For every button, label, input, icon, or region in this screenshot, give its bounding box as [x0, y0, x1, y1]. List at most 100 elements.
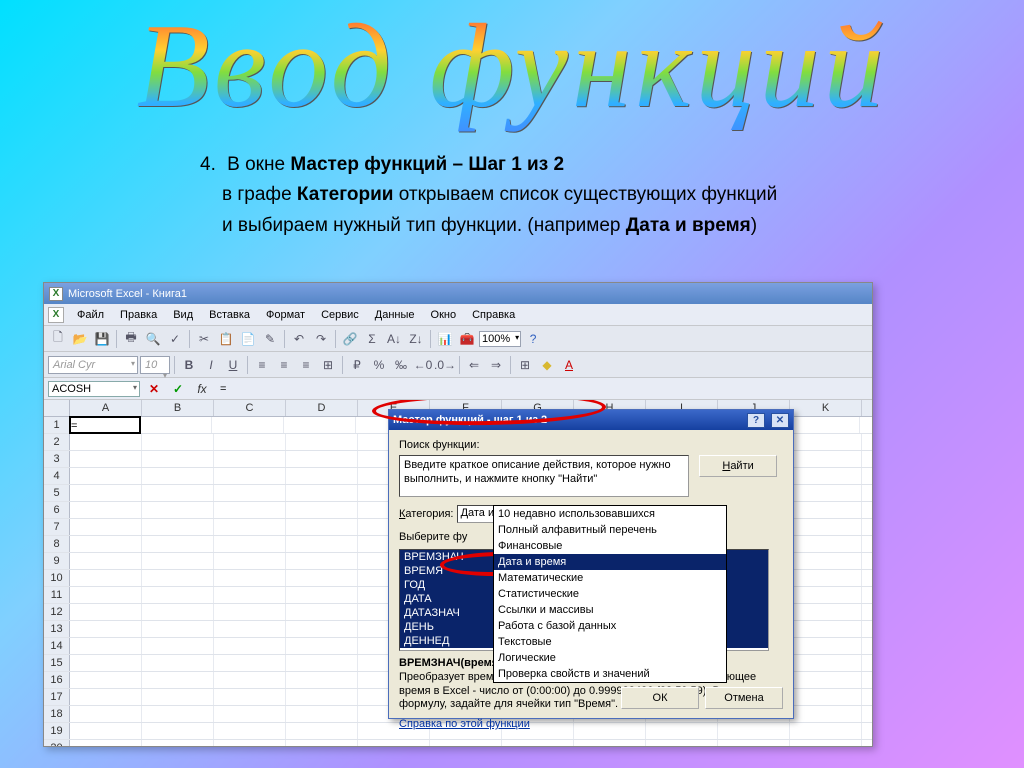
cell-A4[interactable]: [70, 468, 142, 484]
category-option-2[interactable]: Финансовые: [494, 538, 726, 554]
cell-C1[interactable]: [212, 417, 284, 433]
cell-A12[interactable]: [70, 604, 142, 620]
cell-C7[interactable]: [214, 519, 286, 535]
hyperlink-icon[interactable]: 🔗: [340, 329, 360, 349]
col-A[interactable]: A: [70, 400, 142, 416]
new-icon[interactable]: 🗋: [48, 329, 68, 349]
cell-F20[interactable]: [430, 740, 502, 746]
menu-view[interactable]: Вид: [166, 306, 200, 324]
category-option-10[interactable]: Проверка свойств и значений: [494, 666, 726, 682]
cell-A5[interactable]: [70, 485, 142, 501]
font-size-select[interactable]: 10: [140, 356, 170, 374]
spreadsheet-grid[interactable]: A B C D E F G H I J K 1=2345678910111213…: [44, 400, 872, 746]
cell-A6[interactable]: [70, 502, 142, 518]
cell-B5[interactable]: [142, 485, 214, 501]
cell-D14[interactable]: [286, 638, 358, 654]
cell-K9[interactable]: [790, 553, 862, 569]
cell-D1[interactable]: [284, 417, 356, 433]
cell-C11[interactable]: [214, 587, 286, 603]
save-icon[interactable]: 💾: [92, 329, 112, 349]
cell-A20[interactable]: [70, 740, 142, 746]
menu-help[interactable]: Справка: [465, 306, 522, 324]
cell-K13[interactable]: [790, 621, 862, 637]
cell-K16[interactable]: [790, 672, 862, 688]
chart-icon[interactable]: 📊: [435, 329, 455, 349]
cell-K8[interactable]: [790, 536, 862, 552]
row-header-3[interactable]: 3: [44, 451, 70, 467]
cell-D2[interactable]: [286, 434, 358, 450]
cell-B16[interactable]: [142, 672, 214, 688]
cell-D3[interactable]: [286, 451, 358, 467]
cell-J20[interactable]: [718, 740, 790, 746]
cell-C3[interactable]: [214, 451, 286, 467]
cell-A3[interactable]: [70, 451, 142, 467]
row-header-5[interactable]: 5: [44, 485, 70, 501]
dec-inc-icon[interactable]: ←0: [413, 355, 433, 375]
zoom-select[interactable]: 100%: [479, 331, 521, 347]
cell-D4[interactable]: [286, 468, 358, 484]
merge-icon[interactable]: ⊞: [318, 355, 338, 375]
cell-D19[interactable]: [286, 723, 358, 739]
cell-B11[interactable]: [142, 587, 214, 603]
col-C[interactable]: C: [214, 400, 286, 416]
cell-A18[interactable]: [70, 706, 142, 722]
cell-C16[interactable]: [214, 672, 286, 688]
cell-D16[interactable]: [286, 672, 358, 688]
dec-dec-icon[interactable]: .0→: [435, 355, 455, 375]
indent-inc-icon[interactable]: ⇒: [486, 355, 506, 375]
cancel-button[interactable]: Отмена: [705, 687, 783, 709]
fx-icon[interactable]: fx: [192, 379, 212, 399]
formula-accept-icon[interactable]: ✓: [168, 379, 188, 399]
comma-icon[interactable]: ‰: [391, 355, 411, 375]
cell-C12[interactable]: [214, 604, 286, 620]
percent-icon[interactable]: %: [369, 355, 389, 375]
cell-D5[interactable]: [286, 485, 358, 501]
row-header-8[interactable]: 8: [44, 536, 70, 552]
cell-C6[interactable]: [214, 502, 286, 518]
cell-B9[interactable]: [142, 553, 214, 569]
cell-A16[interactable]: [70, 672, 142, 688]
cell-D12[interactable]: [286, 604, 358, 620]
sort-desc-icon[interactable]: Z↓: [406, 329, 426, 349]
cell-K14[interactable]: [790, 638, 862, 654]
cell-B13[interactable]: [142, 621, 214, 637]
bold-icon[interactable]: B: [179, 355, 199, 375]
cell-B8[interactable]: [142, 536, 214, 552]
cell-A2[interactable]: [70, 434, 142, 450]
row-header-14[interactable]: 14: [44, 638, 70, 654]
ok-button[interactable]: ОК: [621, 687, 699, 709]
help-icon[interactable]: ?: [523, 329, 543, 349]
row-header-16[interactable]: 16: [44, 672, 70, 688]
row-header-13[interactable]: 13: [44, 621, 70, 637]
cell-C17[interactable]: [214, 689, 286, 705]
copy-icon[interactable]: 📋: [216, 329, 236, 349]
cell-D8[interactable]: [286, 536, 358, 552]
cell-K10[interactable]: [790, 570, 862, 586]
cell-K17[interactable]: [790, 689, 862, 705]
cell-G20[interactable]: [502, 740, 574, 746]
cell-D15[interactable]: [286, 655, 358, 671]
category-option-1[interactable]: Полный алфавитный перечень: [494, 522, 726, 538]
cell-K3[interactable]: [790, 451, 862, 467]
cut-icon[interactable]: ✂: [194, 329, 214, 349]
cell-A14[interactable]: [70, 638, 142, 654]
borders-icon[interactable]: ⊞: [515, 355, 535, 375]
col-D[interactable]: D: [286, 400, 358, 416]
cell-K1[interactable]: [788, 417, 860, 433]
cell-C13[interactable]: [214, 621, 286, 637]
row-header-7[interactable]: 7: [44, 519, 70, 535]
drawing-icon[interactable]: 🧰: [457, 329, 477, 349]
cell-D13[interactable]: [286, 621, 358, 637]
menu-format[interactable]: Формат: [259, 306, 312, 324]
name-box[interactable]: ACOSH: [48, 381, 140, 397]
align-center-icon[interactable]: ≡: [274, 355, 294, 375]
cell-C15[interactable]: [214, 655, 286, 671]
cell-B18[interactable]: [142, 706, 214, 722]
cell-K12[interactable]: [790, 604, 862, 620]
cell-D18[interactable]: [286, 706, 358, 722]
row-header-1[interactable]: 1: [44, 417, 70, 433]
cell-B6[interactable]: [142, 502, 214, 518]
cell-D11[interactable]: [286, 587, 358, 603]
cell-E20[interactable]: [358, 740, 430, 746]
cell-C8[interactable]: [214, 536, 286, 552]
